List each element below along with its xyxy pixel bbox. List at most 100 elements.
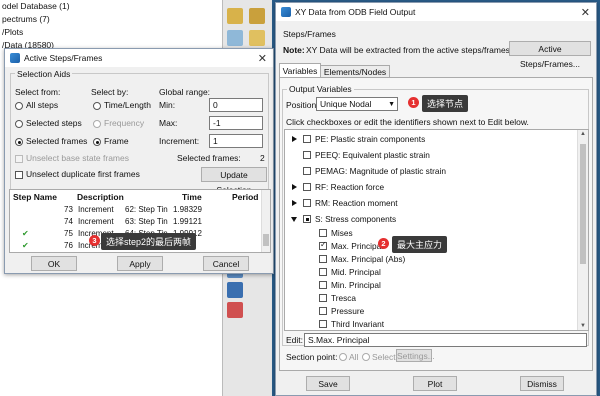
save-button[interactable]: Save: [306, 376, 350, 391]
sp-select-label: Select: [372, 352, 396, 362]
collapse-icon[interactable]: [291, 217, 297, 222]
scroll-down-icon[interactable]: ▼: [580, 323, 586, 329]
position-select[interactable]: Unique Nodal ▼: [316, 97, 398, 111]
checkbox-s[interactable]: [303, 215, 311, 223]
checkbox-min-principal[interactable]: [319, 281, 327, 289]
checkbox-rf[interactable]: [303, 183, 311, 191]
callout-max-principal-stress: 最大主应力: [392, 236, 448, 253]
time-length-label[interactable]: Time/Length: [104, 100, 151, 110]
scroll-thumb[interactable]: [263, 234, 269, 246]
checkbox-mid-principal[interactable]: [319, 268, 327, 276]
radio-selected-steps[interactable]: [15, 120, 23, 128]
checkbox-tresca[interactable]: [319, 294, 327, 302]
callout-select-node: 选择节点: [422, 95, 469, 112]
table-scrollbar[interactable]: [261, 190, 270, 252]
frame-label[interactable]: Frame: [104, 136, 129, 146]
radio-all-steps[interactable]: [15, 102, 23, 110]
table-row[interactable]: 74 Increment 63: Step Tin 1.99121: [10, 217, 260, 228]
unselect-duplicate-checkbox[interactable]: [15, 171, 23, 179]
label-peeq: PEEQ: Equivalent plastic strain: [315, 150, 430, 160]
callout-select-last-two-frames: 选择step2的最后两帧: [101, 233, 197, 250]
checkbox-pemag[interactable]: [303, 167, 311, 175]
tree-item-plots[interactable]: /Plots: [0, 26, 70, 39]
tree-scrollbar[interactable]: ▲ ▼: [577, 130, 588, 330]
model-tree: odel Database (1) pectrums (7) /Plots /D…: [0, 0, 70, 52]
col-period[interactable]: Period: [232, 192, 258, 202]
output-variable-tree: PE: Plastic strain components PEEQ: Equi…: [284, 129, 589, 331]
col-step-name[interactable]: Step Name: [13, 192, 57, 202]
tool-icon[interactable]: [227, 30, 243, 46]
radio-time-length[interactable]: [93, 102, 101, 110]
sp-settings-button: Settings...: [396, 349, 435, 362]
label-pemag: PEMAG: Magnitude of plastic strain: [315, 166, 446, 176]
row-number: 75: [64, 229, 73, 238]
tool-icon[interactable]: [249, 8, 265, 24]
tree-item-model-database[interactable]: odel Database (1): [0, 0, 70, 13]
position-label: Position:: [286, 100, 319, 110]
row-time: 1.98329: [173, 205, 202, 214]
label-mid-principal: Mid. Principal: [331, 267, 381, 277]
table-row[interactable]: 73 Increment 62: Step Tin 1.98329: [10, 205, 260, 216]
edit-input[interactable]: S.Max. Principal: [304, 333, 587, 347]
col-time[interactable]: Time: [182, 192, 202, 202]
tree-item-spectrums[interactable]: pectrums (7): [0, 13, 70, 26]
checkbox-pe[interactable]: [303, 135, 311, 143]
dismiss-button[interactable]: Dismiss: [520, 376, 564, 391]
max-input[interactable]: -1: [209, 116, 263, 130]
close-icon[interactable]: ✕: [258, 52, 267, 65]
checkbox-peeq[interactable]: [303, 151, 311, 159]
checkbox-pressure[interactable]: [319, 307, 327, 315]
update-selection-button[interactable]: Update Selection: [201, 167, 267, 195]
active-steps-frames-button[interactable]: Active Steps/Frames...: [509, 41, 591, 69]
app-icon: [10, 53, 20, 63]
radio-frame[interactable]: [93, 138, 101, 146]
ok-button[interactable]: OK: [31, 256, 77, 271]
expand-icon[interactable]: [292, 184, 297, 190]
tool-icon[interactable]: [227, 282, 243, 298]
row-time: 1.99121: [173, 217, 202, 226]
all-steps-label[interactable]: All steps: [26, 100, 58, 110]
expand-icon[interactable]: [292, 136, 297, 142]
section-point-label: Section point:: [286, 352, 338, 362]
min-label: Min:: [159, 100, 176, 110]
position-value: Unique Nodal: [320, 99, 372, 109]
edit-label: Edit:: [286, 335, 304, 345]
selected-frames-label[interactable]: Selected frames: [26, 136, 87, 146]
label-max-principal: Max. Principal: [331, 241, 384, 251]
radio-frequency: [93, 120, 101, 128]
label-tresca: Tresca: [331, 293, 357, 303]
radio-selected-frames[interactable]: [15, 138, 23, 146]
selected-steps-label[interactable]: Selected steps: [26, 118, 82, 128]
sp-all-label: All: [349, 352, 359, 362]
apply-button[interactable]: Apply: [117, 256, 163, 271]
increment-label: Increment:: [159, 136, 200, 146]
checkbox-rm[interactable]: [303, 199, 311, 207]
checkbox-mises[interactable]: [319, 229, 327, 237]
tool-icon[interactable]: [249, 30, 265, 46]
scroll-thumb[interactable]: [580, 144, 586, 264]
xy-titlebar: XY Data from ODB Field Output ✕: [276, 3, 596, 21]
expand-icon[interactable]: [292, 200, 297, 206]
checkbox-max-principal[interactable]: [319, 240, 327, 250]
min-input[interactable]: 0: [209, 98, 263, 112]
plot-button[interactable]: Plot: [413, 376, 457, 391]
selection-aids-label: Selection Aids: [15, 69, 73, 79]
label-min-principal: Min. Principal: [331, 280, 381, 290]
checkbox-max-principal-abs[interactable]: [319, 255, 327, 263]
checkbox-third-invariant[interactable]: [319, 320, 327, 328]
selected-frames-count: 2: [260, 153, 265, 163]
scroll-up-icon[interactable]: ▲: [580, 131, 586, 137]
unselect-duplicate-label[interactable]: Unselect duplicate first frames: [26, 169, 140, 179]
tool-icon[interactable]: [227, 302, 243, 318]
tool-icon[interactable]: [227, 8, 243, 24]
col-description[interactable]: Description: [77, 192, 124, 202]
chevron-down-icon: ▼: [388, 101, 395, 108]
increment-input[interactable]: 1: [209, 134, 263, 148]
tab-variables[interactable]: Variables: [279, 63, 321, 78]
close-icon[interactable]: ✕: [581, 6, 590, 19]
callout-marker-3: 3: [89, 235, 100, 246]
callout-marker-2: 2: [378, 238, 389, 249]
cancel-button[interactable]: Cancel: [203, 256, 249, 271]
row-number: 74: [64, 217, 73, 226]
dialog-title: Active Steps/Frames: [24, 53, 103, 63]
